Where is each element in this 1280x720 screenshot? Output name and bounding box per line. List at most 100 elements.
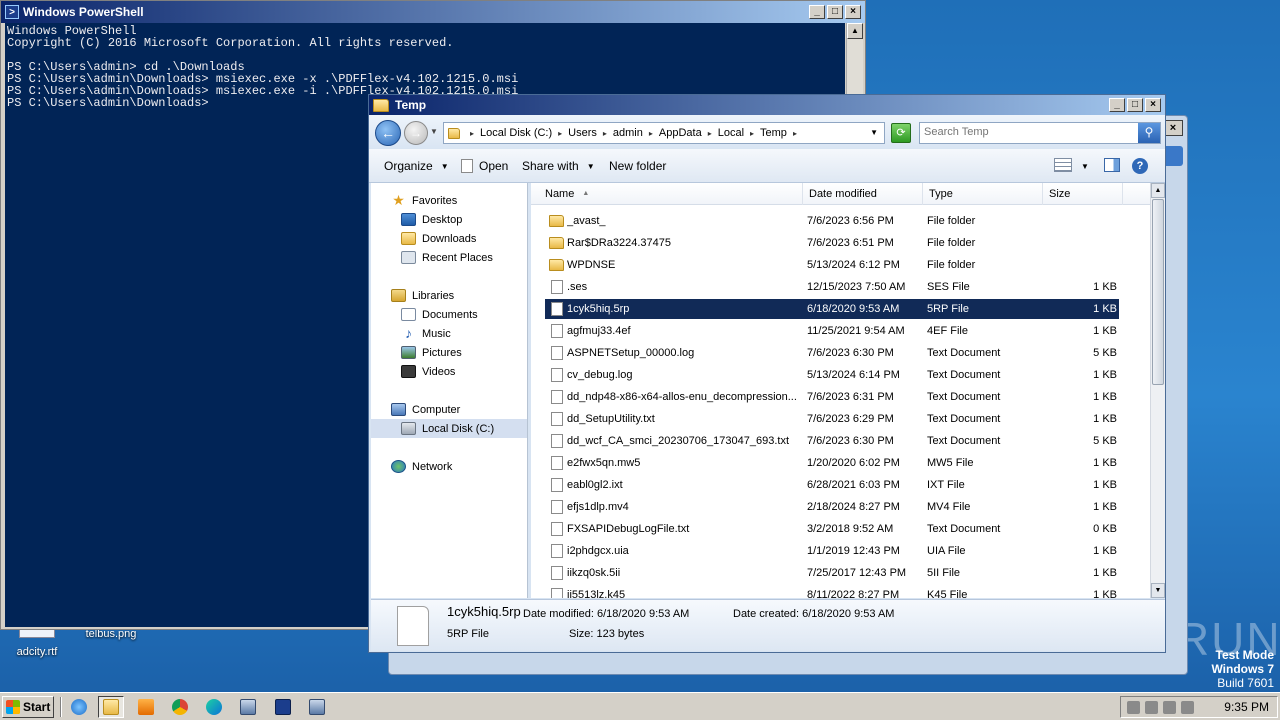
share-with-button[interactable]: Share with ▼ [522,159,595,173]
file-list-scrollbar[interactable]: ▲ ▼ [1150,183,1165,598]
preview-pane-icon[interactable] [1104,158,1120,172]
explorer-window[interactable]: Temp _ □ × ← → ▼ ▸ Local Disk (C:) ▸ Users… [368,94,1166,653]
scroll-up-icon[interactable]: ▲ [847,23,863,39]
file-row[interactable]: agfmuj33.4ef 11/25/2021 9:54 AM 4EF File 1 … [545,321,1119,341]
file-row[interactable]: dd_ndp48-x86-x64-allos-enu_decompression… [545,387,1119,407]
breadcrumb-appdata[interactable]: AppData [659,127,702,139]
file-row[interactable]: ji5513lz.k45 8/11/2022 8:27 PM K45 File 1 K… [545,585,1119,598]
clock[interactable]: 9:35 PM [1224,700,1269,714]
breadcrumb-local[interactable]: Local [718,127,744,139]
file-row[interactable]: ASPNETSetup_00000.log 7/6/2023 6:30 PM Tex… [545,343,1119,363]
file-row[interactable]: iikzq0sk.5ii 7/25/2017 12:43 PM 5II File 1 … [545,563,1119,583]
volume-icon[interactable] [1127,701,1140,714]
taskbar-edge[interactable] [201,696,227,718]
maximize-button[interactable]: □ [1127,98,1143,112]
address-dropdown-icon[interactable]: ▼ [870,128,878,137]
file-row[interactable]: dd_SetupUtility.txt 7/6/2023 6:29 PM Text … [545,409,1119,429]
minimize-button[interactable]: _ [1109,98,1125,112]
taskbar-installer-2[interactable] [304,696,330,718]
action-center-icon[interactable] [1163,701,1176,714]
breadcrumb-temp[interactable]: Temp [760,127,787,139]
new-folder-button[interactable]: New folder [609,159,666,173]
share-with-label: Share with [522,159,579,173]
taskbar-installer-1[interactable] [235,696,261,718]
search-box[interactable]: ⚲ [919,122,1161,144]
nav-downloads[interactable]: Downloads [371,229,527,248]
close-button[interactable]: × [1145,98,1161,112]
scroll-down-icon[interactable]: ▼ [1151,583,1165,598]
refresh-button[interactable]: ⟳ [891,123,911,143]
history-dropdown-icon[interactable]: ▼ [430,127,438,136]
file-row[interactable]: WPDNSE 5/13/2024 6:12 PM File folder [545,255,1119,275]
file-row[interactable]: Rar$DRa3224.37475 7/6/2023 6:51 PM File fo… [545,233,1119,253]
taskbar-explorer[interactable] [98,696,124,718]
explorer-titlebar[interactable]: Temp [369,95,1165,115]
column-label: Type [929,188,953,200]
file-row[interactable]: FXSAPIDebugLogFile.txt 3/2/2018 9:52 AM Te… [545,519,1119,539]
installer-icon [240,699,256,715]
nav-label: Libraries [412,289,455,302]
address-bar[interactable]: ▸ Local Disk (C:) ▸ Users ▸ admin ▸ AppData … [443,122,885,144]
file-row[interactable]: 1cyk5hiq.5rp 6/18/2020 9:53 AM 5RP File 1 K… [545,299,1119,319]
breadcrumb-users[interactable]: Users [568,127,597,139]
file-row[interactable]: i2phdgcx.uia 1/1/2019 12:43 PM UIA File 1 K… [545,541,1119,561]
open-button[interactable]: Open [461,159,508,173]
flag-icon[interactable] [1181,701,1194,714]
close-button[interactable]: × [845,5,861,19]
back-button[interactable]: ← [375,120,401,146]
nav-desktop[interactable]: Desktop [371,210,527,229]
taskbar-ie[interactable] [66,696,92,718]
nav-videos[interactable]: Videos [371,362,527,381]
nav-favorites[interactable]: ★ Favorites [371,191,527,210]
column-header-date-modified[interactable]: Date modified [803,183,923,205]
nav-documents[interactable]: Documents [371,305,527,324]
taskbar-media-player[interactable] [133,696,159,718]
breadcrumb-local-disk[interactable]: Local Disk (C:) [480,127,552,139]
nav-libraries[interactable]: Libraries [371,286,527,305]
file-list[interactable]: Name ▲ Date modified Type Size _avast_ 7/6… [531,183,1151,598]
sort-ascending-icon: ▲ [582,190,590,197]
powershell-titlebar[interactable]: > Windows PowerShell [1,1,865,23]
file-date-modified: 6/28/2021 6:03 PM [807,479,900,491]
column-header-name[interactable]: Name ▲ [531,183,803,205]
maximize-button[interactable]: □ [827,5,843,19]
media-player-icon [138,699,154,715]
file-row[interactable]: .ses 12/15/2023 7:50 AM SES File 1 KB [545,277,1119,297]
folder-icon [448,127,460,139]
minimize-button[interactable]: _ [809,5,825,19]
breadcrumb-admin[interactable]: admin [613,127,643,139]
nav-network[interactable]: Network [371,457,527,476]
file-row[interactable]: _avast_ 7/6/2023 6:56 PM File folder [545,211,1119,231]
help-icon[interactable]: ? [1132,158,1148,174]
nav-local-disk[interactable]: Local Disk (C:) [371,419,527,438]
taskbar-powershell[interactable] [270,696,296,718]
file-row[interactable]: e2fwx5qn.mw5 1/20/2020 6:02 PM MW5 File 1 K… [545,453,1119,473]
close-button[interactable]: × [1163,120,1183,136]
file-row[interactable]: cv_debug.log 5/13/2024 6:14 PM Text Docume… [545,365,1119,385]
start-button[interactable]: Start [2,696,54,718]
scroll-up-icon[interactable]: ▲ [1151,183,1165,198]
network-tray-icon[interactable] [1145,701,1158,714]
forward-button[interactable]: → [404,121,428,145]
nav-recent-places[interactable]: Recent Places [371,248,527,267]
file-name: dd_wcf_CA_smci_20230706_173047_693.txt [567,435,789,447]
nav-computer[interactable]: Computer [371,400,527,419]
nav-pictures[interactable]: Pictures [371,343,527,362]
scrollbar-thumb[interactable] [1152,199,1164,385]
view-dropdown-icon[interactable]: ▼ [1081,162,1089,171]
folder-icon [549,259,564,271]
column-header-type[interactable]: Type [923,183,1043,205]
column-header-size[interactable]: Size [1043,183,1123,205]
search-input[interactable] [924,126,1134,138]
taskbar-chrome[interactable] [167,696,193,718]
file-row[interactable]: eabl0gl2.ixt 6/28/2021 6:03 PM IXT File 1 K… [545,475,1119,495]
organize-button[interactable]: Organize ▼ [384,159,449,173]
change-view-icon[interactable] [1054,158,1072,172]
search-icon[interactable]: ⚲ [1138,123,1160,143]
desktop-icon-adcity[interactable]: adcity.rtf [2,628,72,658]
column-label: Date modified [809,188,877,200]
file-row[interactable]: dd_wcf_CA_smci_20230706_173047_693.txt 7/… [545,431,1119,451]
file-row[interactable]: efjs1dlp.mv4 2/18/2024 8:27 PM MV4 File 1 K… [545,497,1119,517]
search-icon[interactable] [1163,146,1183,166]
nav-music[interactable]: ♪ Music [371,324,527,343]
